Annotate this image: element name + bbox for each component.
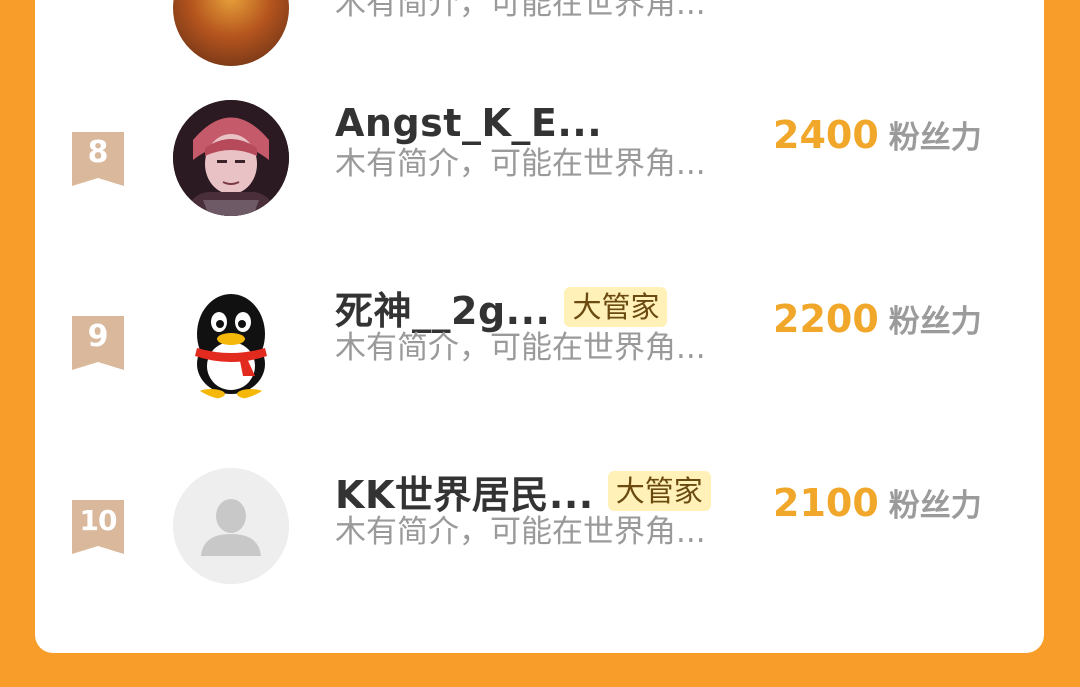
- role-tag: 大管家: [564, 287, 668, 327]
- ranking-card: 木有简介，可能在世界角... 8 Angst_K_E... 木有简介，可能在世界…: [35, 0, 1044, 653]
- intro-text: 木有简介，可能在世界角...: [335, 146, 706, 182]
- ranking-row[interactable]: 9 死神__2g... 大管家 木有简介，可能在世界角... 2200 粉丝力: [35, 274, 1044, 414]
- fan-power-value: 2400: [773, 113, 879, 157]
- rank-badge: 8: [72, 132, 124, 186]
- avatar[interactable]: [173, 100, 289, 216]
- ranking-row-partial[interactable]: 木有简介，可能在世界角...: [35, 0, 1044, 70]
- intro-text: 木有简介，可能在世界角...: [335, 514, 706, 550]
- intro-text: 木有简介，可能在世界角...: [335, 330, 706, 366]
- default-user-icon: [173, 468, 289, 584]
- fan-power: 2400 粉丝力: [773, 112, 982, 157]
- intro-text: 木有简介，可能在世界角...: [335, 0, 706, 22]
- rank-number: 9: [87, 319, 109, 354]
- fan-power-value: 2100: [773, 481, 879, 525]
- ranking-row[interactable]: 10 KK世界居民... 大管家 木有简介，可能在世界角... 2100 粉丝力: [35, 458, 1044, 598]
- fan-power-unit: 粉丝力: [888, 120, 982, 156]
- fan-power-unit: 粉丝力: [888, 304, 982, 340]
- rank-number: 8: [87, 135, 109, 170]
- fan-power: 2100 粉丝力: [773, 480, 982, 525]
- rank-badge: 10: [72, 500, 124, 554]
- rank-number: 10: [79, 504, 118, 537]
- qq-penguin-icon: [195, 294, 267, 399]
- fan-power-unit: 粉丝力: [888, 488, 982, 524]
- fan-power-value: 2200: [773, 297, 879, 341]
- rank-badge: 9: [72, 316, 124, 370]
- anime-avatar-icon: [173, 100, 289, 216]
- avatar[interactable]: [173, 468, 289, 584]
- avatar: [173, 0, 289, 66]
- avatar[interactable]: [173, 284, 289, 400]
- fan-power: 2200 粉丝力: [773, 296, 982, 341]
- role-tag: 大管家: [607, 471, 711, 511]
- ranking-row[interactable]: 8 Angst_K_E... 木有简介，可能在世界角... 2400 粉丝力: [35, 90, 1044, 230]
